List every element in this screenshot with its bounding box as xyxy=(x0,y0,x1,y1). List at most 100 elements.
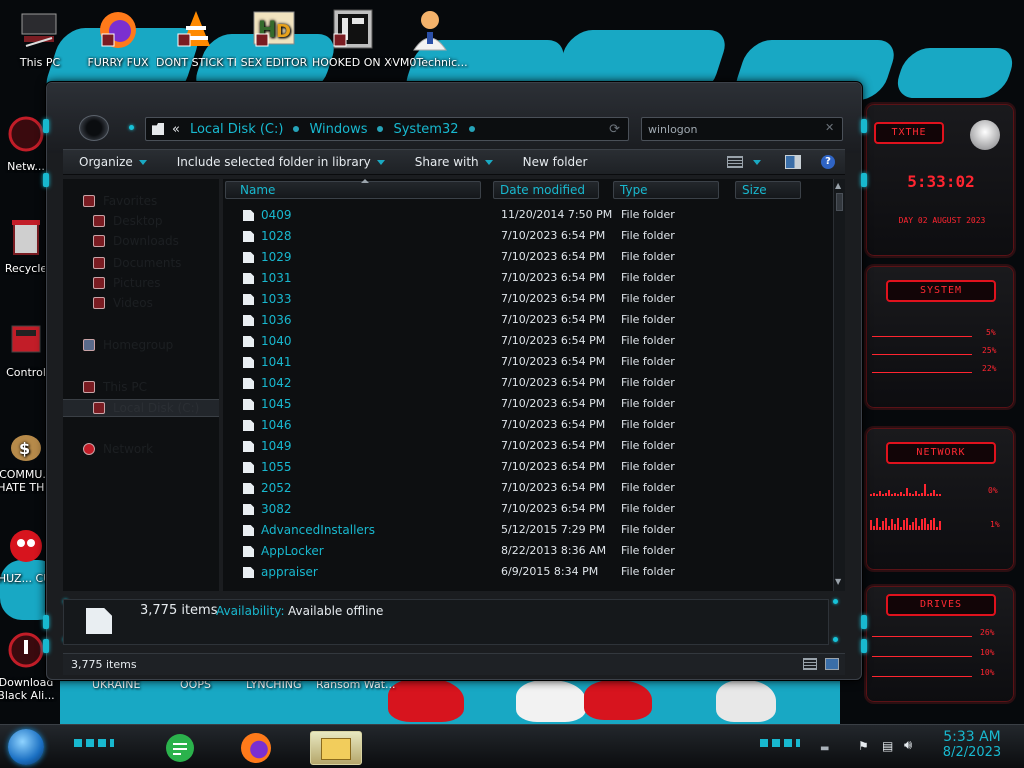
nav-label: Local Disk (C:) xyxy=(113,401,200,415)
breadcrumb-windows[interactable]: Windows xyxy=(309,122,367,137)
view-options-icon[interactable] xyxy=(727,156,743,168)
new-folder-button[interactable]: New folder xyxy=(507,155,602,169)
table-row[interactable]: 1049 7/10/2023 6:54 PM File folder xyxy=(223,436,833,457)
vertical-scrollbar[interactable]: ▲ ▼ xyxy=(833,179,845,591)
drive-icon xyxy=(93,402,105,414)
include-in-library-button[interactable]: Include selected folder in library xyxy=(161,155,399,169)
table-row[interactable]: 2052 7/10/2023 6:54 PM File folder xyxy=(223,478,833,499)
table-row[interactable]: 1040 7/10/2023 6:54 PM File folder xyxy=(223,331,833,352)
column-header-date[interactable]: Date modified xyxy=(493,181,599,199)
help-icon[interactable]: ? xyxy=(821,155,835,169)
nav-label: Desktop xyxy=(113,214,163,228)
keyboard-icon[interactable]: ▬ xyxy=(820,743,829,754)
status-item-count: 3,775 items xyxy=(71,658,137,671)
hxd-editor-icon: HD xyxy=(252,8,296,52)
nav-downloads[interactable]: Downloads xyxy=(93,233,179,249)
desktop-icon xyxy=(93,215,105,227)
file-type: File folder xyxy=(621,208,675,221)
table-row[interactable]: 1036 7/10/2023 6:54 PM File folder xyxy=(223,310,833,331)
details-view-icon[interactable] xyxy=(803,658,817,670)
taskbar-firefox[interactable] xyxy=(234,731,278,765)
preview-pane-icon[interactable] xyxy=(785,155,801,169)
file-date: 7/10/2023 6:54 PM xyxy=(501,229,606,242)
search-input[interactable] xyxy=(641,117,843,141)
table-row[interactable]: 1029 7/10/2023 6:54 PM File folder xyxy=(223,247,833,268)
file-type: File folder xyxy=(621,355,675,368)
table-row[interactable]: appraiser 6/9/2015 8:34 PM File folder xyxy=(223,562,833,583)
back-button[interactable] xyxy=(79,115,109,141)
nav-network[interactable]: Network xyxy=(83,441,153,457)
desktop-icon-firefox[interactable]: FURRY FUX xyxy=(78,8,158,69)
widget-network-header: NETWORK xyxy=(886,442,996,464)
breadcrumb-system32[interactable]: System32 xyxy=(393,122,458,137)
nav-documents[interactable]: Documents xyxy=(93,255,181,271)
widget-system-header: SYSTEM xyxy=(886,280,996,302)
folder-icon xyxy=(243,294,254,305)
file-type: File folder xyxy=(621,313,675,326)
nav-pictures[interactable]: Pictures xyxy=(93,275,161,291)
network-tray-icon[interactable]: ▤ xyxy=(882,739,893,753)
volume-icon[interactable]: 🔊︎ xyxy=(904,738,912,753)
chevron-down-icon[interactable] xyxy=(753,159,761,165)
table-row[interactable]: 0409 11/20/2014 7:50 PM File folder xyxy=(223,205,833,226)
start-button[interactable] xyxy=(8,729,44,765)
folder-icon xyxy=(243,567,254,578)
folder-icon xyxy=(243,336,254,347)
nav-this-pc[interactable]: This PC xyxy=(83,379,147,395)
nav-label: Network xyxy=(103,442,154,456)
table-row[interactable]: 1045 7/10/2023 6:54 PM File folder xyxy=(223,394,833,415)
file-type: File folder xyxy=(621,229,675,242)
scroll-down-icon[interactable]: ▼ xyxy=(835,577,841,586)
table-row[interactable]: 1046 7/10/2023 6:54 PM File folder xyxy=(223,415,833,436)
table-row[interactable]: 1055 7/10/2023 6:54 PM File folder xyxy=(223,457,833,478)
clear-search-icon[interactable]: ✕ xyxy=(825,121,834,134)
nav-local-disk[interactable]: Local Disk (C:) xyxy=(93,400,199,416)
desktop-icon-vm0[interactable]: VM0Technic... xyxy=(390,8,470,69)
tray-date: 8/2/2023 xyxy=(942,745,1002,760)
widget-network-value: 0% xyxy=(988,486,998,495)
folder-icon xyxy=(152,123,164,135)
large-icons-view-icon[interactable] xyxy=(825,658,839,670)
column-header-size[interactable]: Size xyxy=(735,181,801,199)
nav-homegroup[interactable]: Homegroup xyxy=(83,337,173,353)
widget-system-value: 22% xyxy=(982,364,997,373)
table-row[interactable]: AdvancedInstallers 5/12/2015 7:29 PM File … xyxy=(223,520,833,541)
nav-favorites[interactable]: Favorites xyxy=(83,193,157,209)
tray-clock[interactable]: 5:33 AM 8/2/2023 xyxy=(930,729,1014,760)
action-center-flag-icon[interactable]: ⚑ xyxy=(858,739,869,753)
file-name: 1045 xyxy=(261,397,292,411)
file-date: 7/10/2023 6:54 PM xyxy=(501,418,606,431)
vlc-icon xyxy=(174,8,218,52)
column-header-name[interactable]: Name xyxy=(225,181,481,199)
file-date: 7/10/2023 6:54 PM xyxy=(501,313,606,326)
folder-icon xyxy=(86,608,112,634)
file-type: File folder xyxy=(621,565,675,578)
taskbar-file-explorer[interactable] xyxy=(310,731,362,765)
table-row[interactable]: 1042 7/10/2023 6:54 PM File folder xyxy=(223,373,833,394)
table-row[interactable]: 1028 7/10/2023 6:54 PM File folder xyxy=(223,226,833,247)
taskbar-feedly[interactable] xyxy=(158,731,202,765)
table-row[interactable]: 3082 7/10/2023 6:54 PM File folder xyxy=(223,499,833,520)
address-bar[interactable]: « Local Disk (C:) Windows System32 ⟳ xyxy=(145,117,629,141)
column-header-type[interactable]: Type xyxy=(613,181,719,199)
desktop-icon-hxd[interactable]: HD SEX EDITOR xyxy=(234,8,314,69)
nav-desktop[interactable]: Desktop xyxy=(93,213,163,229)
folder-icon xyxy=(243,525,254,536)
desktop-icon-xonix[interactable]: HOOKED ON XONIX xyxy=(312,8,392,69)
file-explorer-window: « Local Disk (C:) Windows System32 ⟳ ✕ O… xyxy=(43,82,867,680)
table-row[interactable]: AppLocker 8/22/2013 8:36 AM File folder xyxy=(223,541,833,562)
breadcrumb-local-disk[interactable]: Local Disk (C:) xyxy=(190,122,283,137)
organize-button[interactable]: Organize xyxy=(63,155,161,169)
refresh-icon[interactable]: ⟳ xyxy=(609,122,620,137)
availability-label: Availability: xyxy=(216,604,285,618)
nav-videos[interactable]: Videos xyxy=(93,295,153,311)
table-row[interactable]: 1041 7/10/2023 6:54 PM File folder xyxy=(223,352,833,373)
desktop-icon-vlc[interactable]: DONT STICK THIS IN YO... xyxy=(156,8,236,69)
scroll-up-icon[interactable]: ▲ xyxy=(835,181,841,190)
file-name: 0409 xyxy=(261,208,292,222)
table-row[interactable]: 1033 7/10/2023 6:54 PM File folder xyxy=(223,289,833,310)
table-row[interactable]: 1031 7/10/2023 6:54 PM File folder xyxy=(223,268,833,289)
scrollbar-thumb[interactable] xyxy=(836,193,843,211)
desktop-icon-this-pc[interactable]: This PC xyxy=(0,8,80,69)
share-with-button[interactable]: Share with xyxy=(399,155,507,169)
